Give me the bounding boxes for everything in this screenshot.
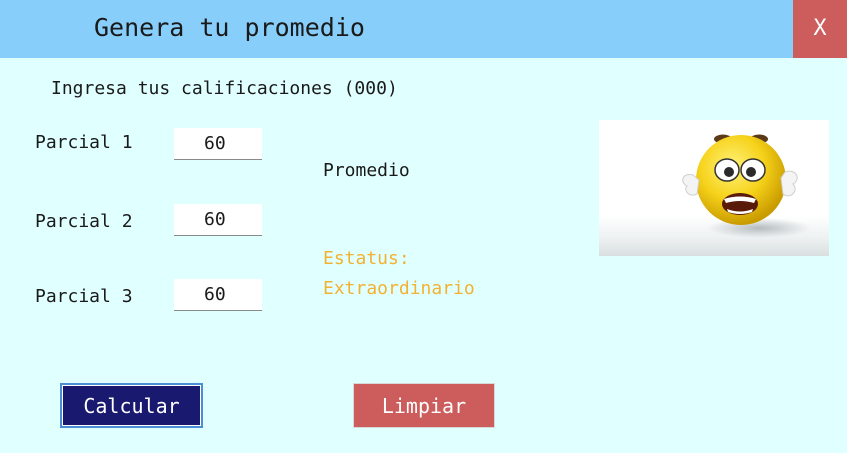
promedio-label: Promedio xyxy=(323,160,410,181)
status-image xyxy=(599,120,829,256)
parcial-3-input[interactable] xyxy=(174,279,262,311)
worried-emoji-icon xyxy=(682,134,811,238)
status-value: Extraordinario xyxy=(323,278,475,299)
app-window: Genera tu promedio X Ingresa tus calific… xyxy=(0,0,847,453)
parcial-2-input[interactable] xyxy=(174,204,262,236)
limpiar-button[interactable]: Limpiar xyxy=(353,383,495,428)
status-title: Estatus: xyxy=(323,248,410,269)
title-bar: Genera tu promedio X xyxy=(0,0,847,58)
status-label: Estatus: Extraordinario xyxy=(323,244,475,304)
close-button[interactable]: X xyxy=(793,0,847,58)
parcial-3-label: Parcial 3 xyxy=(35,286,133,307)
parcial-1-input[interactable] xyxy=(174,128,262,160)
parcial-2-label: Parcial 2 xyxy=(35,211,133,232)
instructions-text: Ingresa tus calificaciones (000) xyxy=(51,78,398,99)
window-title: Genera tu promedio xyxy=(94,13,365,42)
parcial-1-label: Parcial 1 xyxy=(35,132,133,153)
calcular-button[interactable]: Calcular xyxy=(60,383,203,428)
